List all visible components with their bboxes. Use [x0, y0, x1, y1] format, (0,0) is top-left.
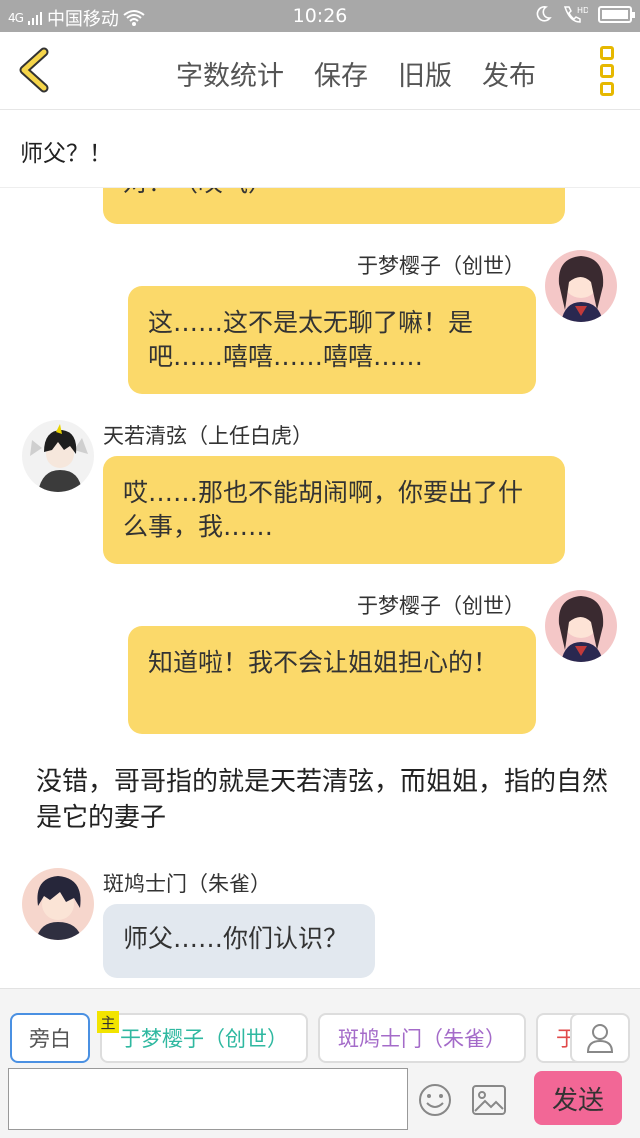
chat-area[interactable]: 对？（叹气） 于梦樱子（创世） 这……这不是太无聊了嘛！是吧……嘻嘻……嘻嘻………	[0, 188, 640, 988]
chapter-title: 师父？！	[20, 141, 112, 167]
add-role-button[interactable]	[570, 1013, 630, 1063]
user-icon	[586, 1024, 614, 1053]
sender-name: 于梦樱子（创世）	[357, 594, 525, 618]
host-badge: 主	[97, 1011, 119, 1033]
chapter-title-row[interactable]: 师父？！	[0, 110, 640, 188]
sender-name: 天若清弦（上任白虎）	[103, 424, 313, 448]
emoji-icon[interactable]	[418, 1083, 452, 1117]
word-count-button[interactable]: 字数统计	[176, 54, 284, 93]
avatar-yumeng[interactable]	[545, 250, 617, 322]
composer-bar: 旁白 于梦樱子（创世） 主 斑鸠士门（朱雀） 于 发送	[0, 988, 640, 1138]
old-version-button[interactable]: 旧版	[398, 54, 452, 93]
message-bubble: 知道啦！我不会让姐姐担心的！	[128, 626, 536, 734]
top-nav: 字数统计 保存 旧版 发布	[0, 32, 640, 110]
send-button[interactable]: 发送	[534, 1071, 622, 1125]
battery-icon	[598, 5, 635, 23]
moon-icon	[536, 6, 552, 22]
role-chip-banjiu[interactable]: 斑鸠士门（朱雀）	[318, 1013, 526, 1063]
sender-name: 斑鸠士门（朱雀）	[103, 872, 271, 896]
role-chip-narration[interactable]: 旁白	[10, 1013, 90, 1063]
back-arrow-icon[interactable]	[14, 46, 54, 94]
role-chip-yumeng[interactable]: 于梦樱子（创世）	[100, 1013, 308, 1063]
more-menu-icon[interactable]	[600, 46, 616, 96]
hd-call-icon: HD	[563, 6, 588, 23]
message-bubble: 师父……你们认识？	[103, 904, 375, 978]
hd-label: HD	[577, 6, 588, 15]
status-right: HD	[534, 4, 635, 24]
message-input[interactable]	[8, 1068, 408, 1130]
message-bubble: 哎……那也不能胡闹啊，你要出了什么事，我……	[103, 456, 565, 564]
narration-text: 没错，哥哥指的就是天若清弦，而姐姐，指的自然是它的妻子	[36, 767, 609, 833]
nav-actions: 字数统计 保存 旧版 发布	[176, 54, 536, 93]
sender-name: 于梦樱子（创世）	[357, 254, 525, 278]
avatar-banjiu[interactable]	[22, 868, 94, 940]
image-icon[interactable]	[472, 1085, 506, 1115]
avatar-tianruo[interactable]	[22, 420, 94, 492]
avatar-yumeng[interactable]	[545, 590, 617, 662]
publish-button[interactable]: 发布	[482, 54, 536, 93]
message-bubble: 这……这不是太无聊了嘛！是吧……嘻嘻……嘻嘻……	[128, 286, 536, 394]
message-bubble: 对？（叹气）	[103, 188, 565, 224]
save-button[interactable]: 保存	[314, 54, 368, 93]
status-bar: 4G 中国移动 10:26 HD	[0, 0, 640, 32]
